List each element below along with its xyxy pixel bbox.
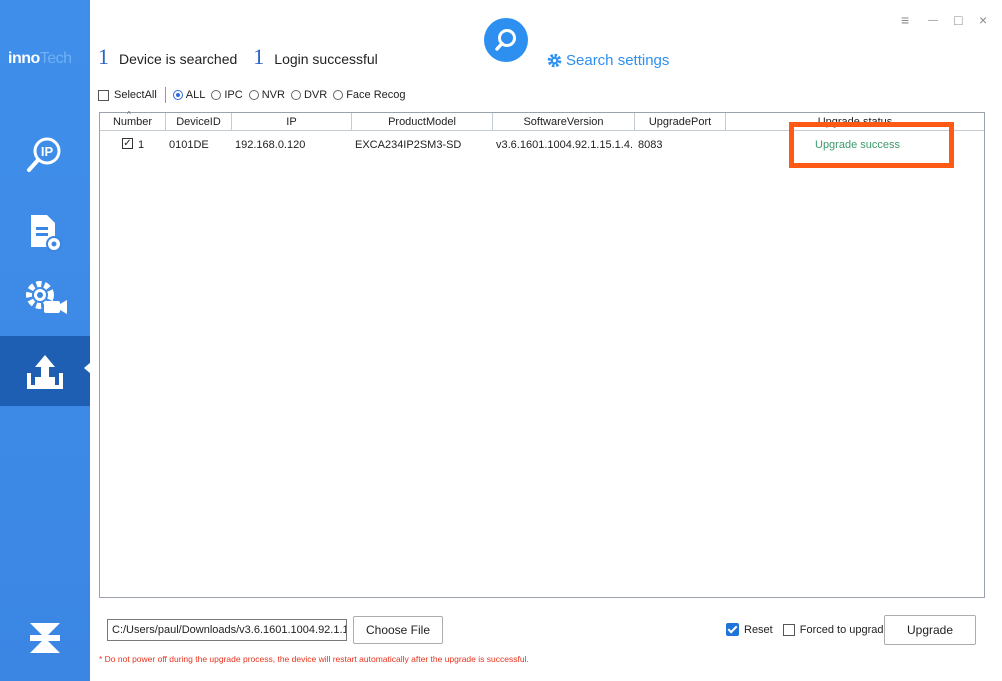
radio-dvr-label: DVR xyxy=(303,89,328,101)
status-highlight-box xyxy=(789,122,954,168)
search-settings-label: Search settings xyxy=(566,52,670,69)
radio-face-recog[interactable] xyxy=(333,90,344,100)
login-count: 1 xyxy=(253,44,265,69)
device-table: ^ Number DeviceID IP ProductModel Softwa… xyxy=(99,110,985,598)
choose-file-button[interactable]: Choose File xyxy=(353,616,443,644)
device-count: 1 xyxy=(98,44,109,69)
gear-camera-icon xyxy=(26,281,67,314)
radio-all-label: ALL xyxy=(185,89,206,101)
reset-checkbox[interactable] xyxy=(726,623,739,636)
active-indicator xyxy=(84,362,91,374)
forced-upgrade-checkbox[interactable] xyxy=(782,623,795,636)
device-count-label: Device is searched xyxy=(119,51,238,67)
nav-upgrade[interactable] xyxy=(0,336,91,406)
nav-device-settings[interactable] xyxy=(0,264,90,330)
sort-asc-icon: ^ xyxy=(127,110,131,119)
ip-search-icon: IP xyxy=(27,137,61,172)
firmware-path-field[interactable]: C:/Users/paul/Downloads/v3.6.1601.1004.9… xyxy=(107,619,347,641)
gear-icon xyxy=(547,53,562,68)
column-header-ip[interactable]: IP xyxy=(232,113,352,131)
cell-product-model: EXCA234IP2SM3-SD xyxy=(355,139,462,151)
warning-message: * Do not power off during the upgrade pr… xyxy=(99,654,529,664)
nav-about[interactable] xyxy=(0,605,90,671)
radio-ipc-label: IPC xyxy=(224,89,243,101)
cell-ip: 192.168.0.120 xyxy=(235,139,306,151)
brand-logo: innoTech xyxy=(8,50,72,67)
minimize-icon[interactable]: — xyxy=(928,15,938,26)
cell-device-id: 0101DE xyxy=(169,139,209,151)
app-logo-icon xyxy=(30,623,60,653)
radio-ipc[interactable] xyxy=(211,90,222,100)
svg-text:IP: IP xyxy=(41,144,54,159)
radio-nvr[interactable] xyxy=(248,90,259,100)
nav-ip-search[interactable]: IP xyxy=(0,122,90,188)
forced-upgrade-label: Forced to upgrade xyxy=(799,623,890,636)
reset-label: Reset xyxy=(744,623,773,636)
radio-dvr[interactable] xyxy=(290,90,301,100)
cell-number: 1 xyxy=(138,139,145,151)
cell-upgrade-port: 8083 xyxy=(638,139,663,151)
maximize-icon[interactable]: □ xyxy=(954,12,962,28)
file-settings-icon xyxy=(31,215,62,252)
upload-icon xyxy=(27,355,63,389)
menu-icon[interactable]: ≡ xyxy=(901,12,909,28)
radio-face-recog-label: Face Recog xyxy=(346,89,406,101)
select-all-checkbox[interactable] xyxy=(98,89,109,101)
column-header-software-version[interactable]: SoftwareVersion xyxy=(493,113,635,131)
select-all-label: SelectAll xyxy=(114,89,157,101)
radio-all[interactable] xyxy=(172,90,183,100)
column-header-product-model[interactable]: ProductModel xyxy=(352,113,493,131)
divider xyxy=(164,87,166,103)
search-icon xyxy=(495,29,516,51)
search-button[interactable] xyxy=(484,18,528,62)
search-settings-link[interactable]: Search settings xyxy=(547,52,669,69)
row-checkbox[interactable]: ✓ xyxy=(122,138,133,149)
radio-nvr-label: NVR xyxy=(261,89,285,101)
nav-config-file[interactable] xyxy=(0,200,90,266)
column-header-device-id[interactable]: DeviceID xyxy=(166,113,232,131)
close-icon[interactable]: × xyxy=(979,12,987,28)
login-count-label: Login successful xyxy=(274,51,378,67)
filter-bar: SelectAll ALL IPC NVR DVR Face Recog xyxy=(98,86,406,104)
cell-software-version: v3.6.1601.1004.92.1.15.1.4... xyxy=(496,139,632,151)
column-header-number[interactable]: ^ Number xyxy=(100,110,166,131)
column-header-upgrade-port[interactable]: UpgradePort xyxy=(635,113,726,131)
search-summary: 1 Device is searched 1 Login successful xyxy=(98,44,378,70)
sidebar: innoTech IP xyxy=(0,0,91,681)
upgrade-options: Reset Forced to upgrade xyxy=(726,623,890,636)
upgrade-button[interactable]: Upgrade xyxy=(884,615,976,645)
